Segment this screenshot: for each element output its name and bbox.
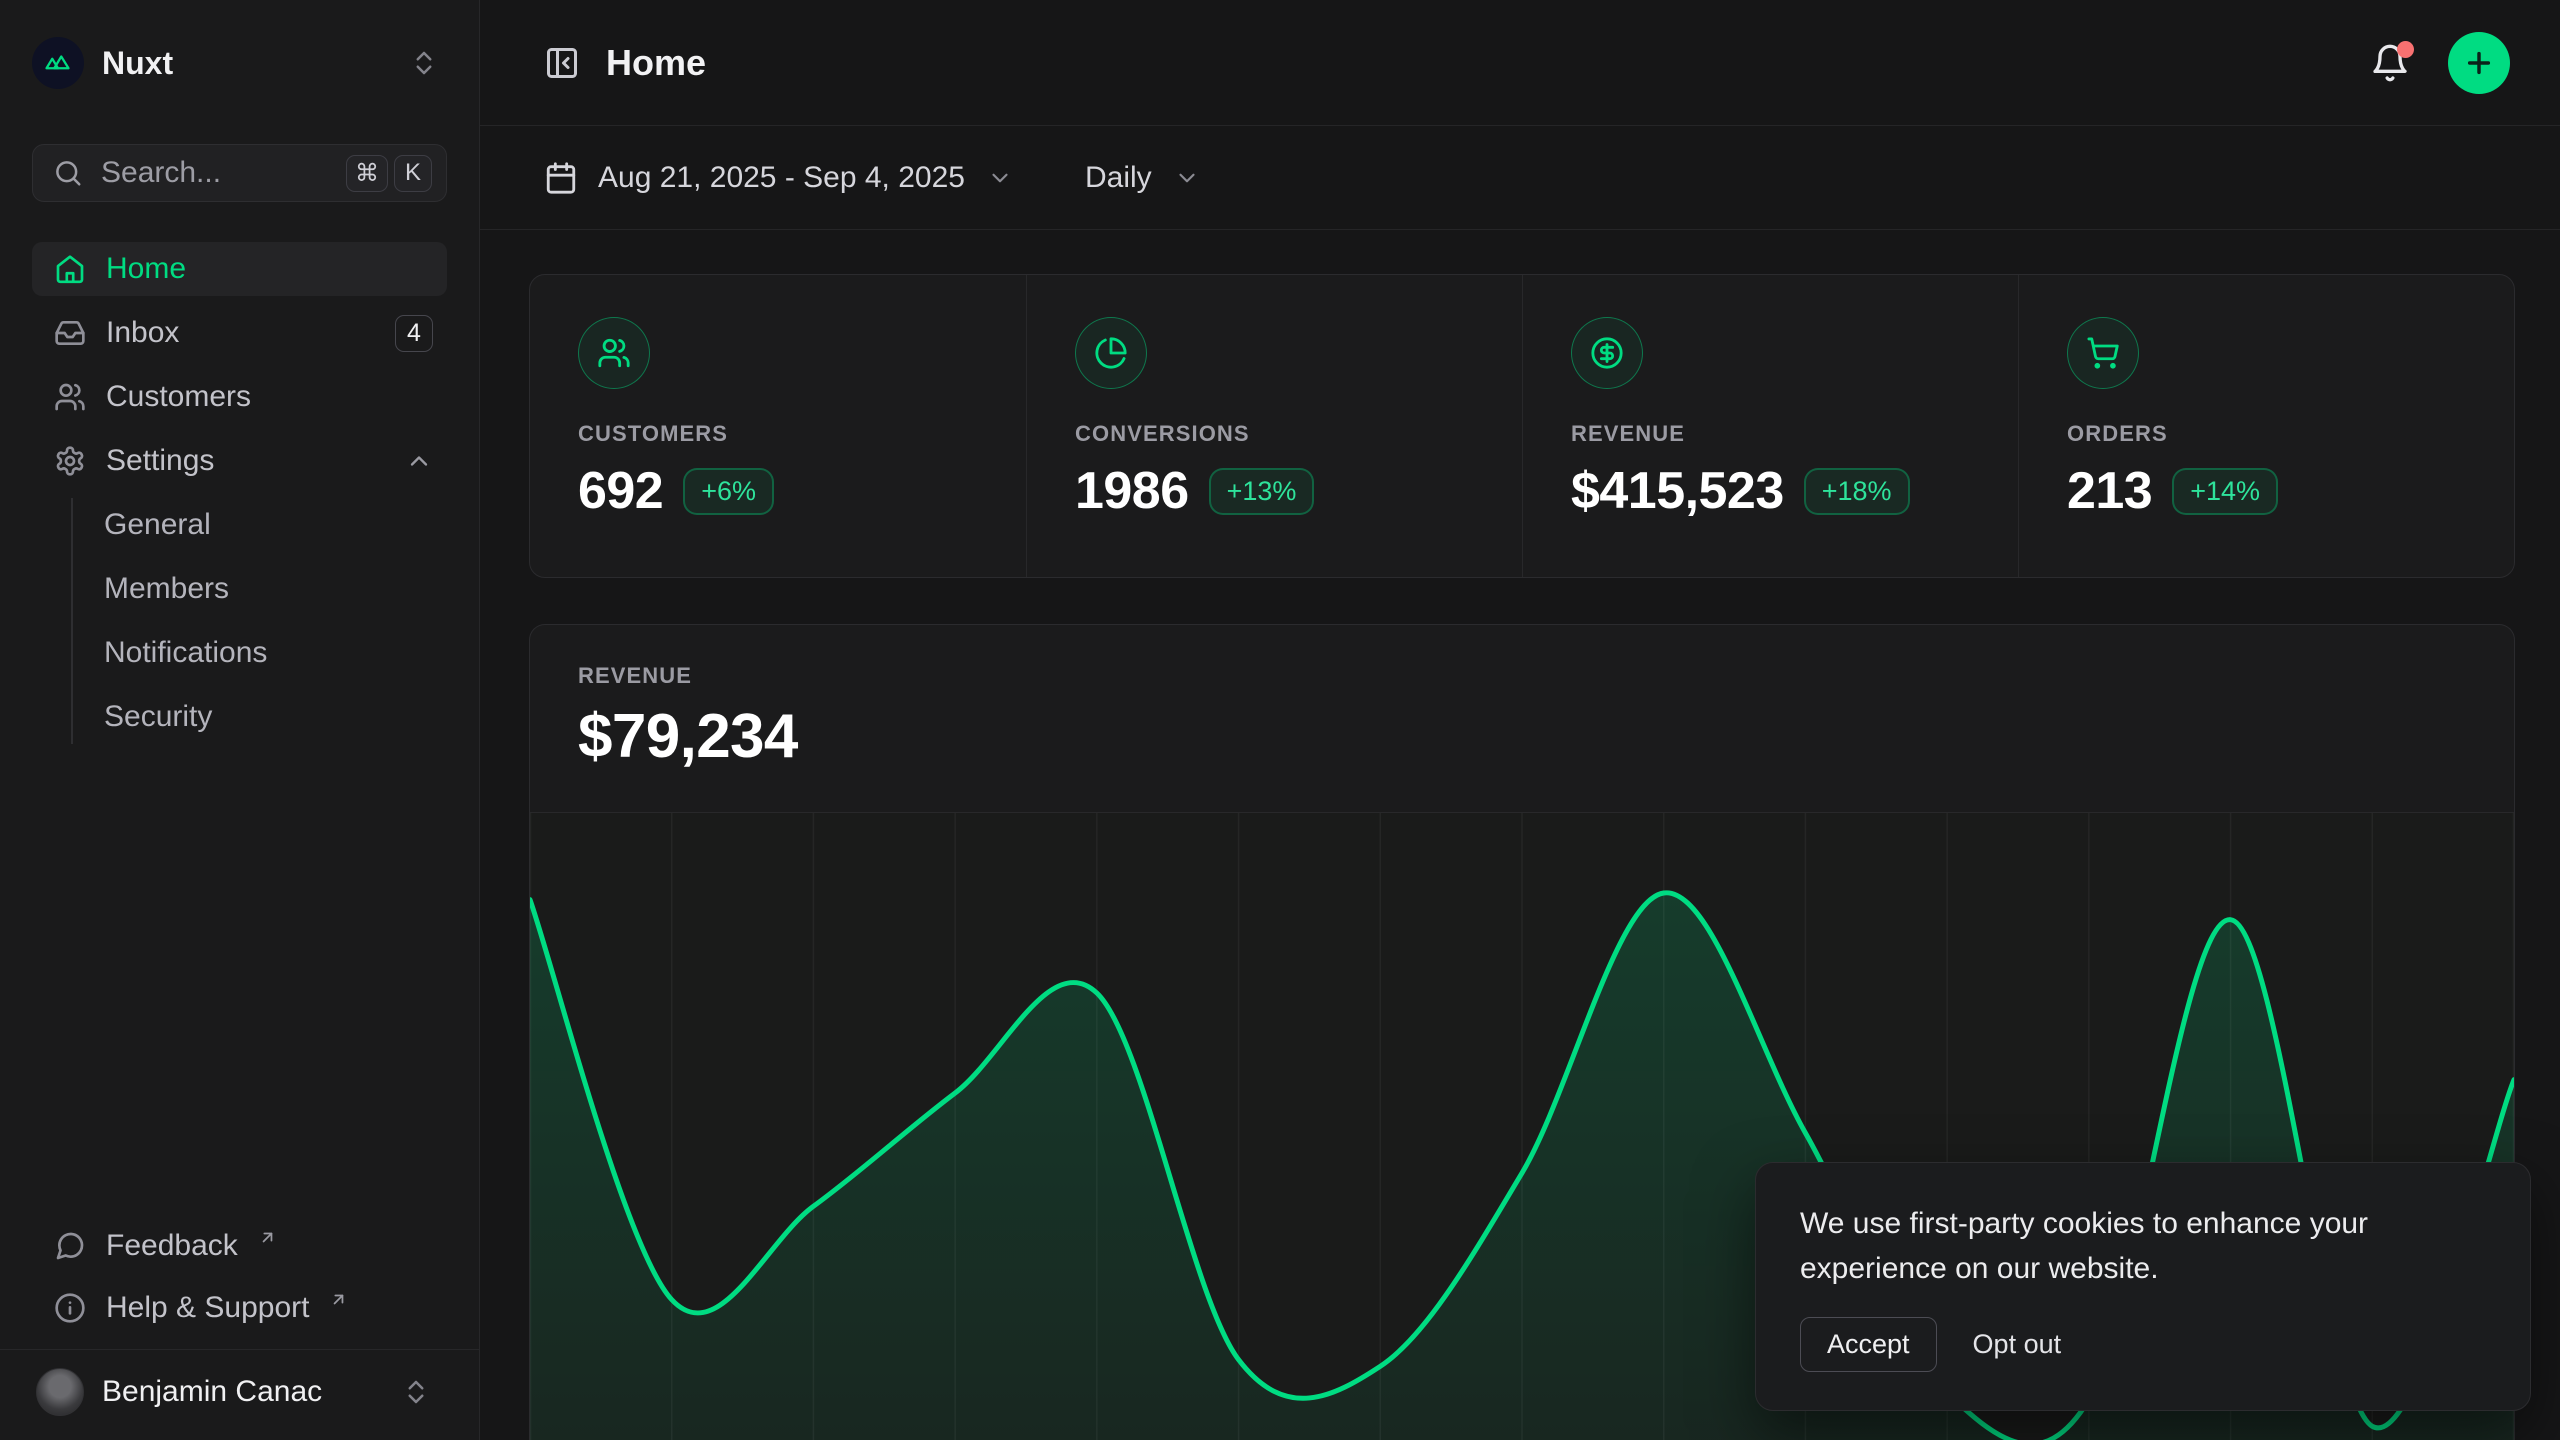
search-input[interactable]: Search... ⌘ K (32, 144, 447, 202)
sidebar: Nuxt Search... ⌘ K Home Inbox 4 Customer… (0, 0, 480, 1440)
sidebar-item-customers[interactable]: Customers (32, 370, 447, 424)
date-range-picker[interactable]: Aug 21, 2025 - Sep 4, 2025 (544, 161, 1013, 195)
help-support-label: Help & Support (106, 1291, 309, 1325)
notifications-button[interactable] (2370, 43, 2410, 83)
cookie-message: We use first-party cookies to enhance yo… (1800, 1201, 2486, 1291)
calendar-icon (544, 161, 578, 195)
filter-toolbar: Aug 21, 2025 - Sep 4, 2025 Daily (480, 126, 2560, 230)
stat-value: 1986 (1075, 461, 1189, 521)
plus-icon (2463, 47, 2495, 79)
feedback-link[interactable]: Feedback (32, 1219, 447, 1273)
chevrons-up-down-icon (409, 48, 439, 78)
stat-value: $415,523 (1571, 461, 1784, 521)
cookie-banner: We use first-party cookies to enhance yo… (1755, 1162, 2531, 1411)
revenue-card-value: $79,234 (578, 701, 2466, 772)
opt-out-button[interactable]: Opt out (1973, 1318, 2062, 1371)
sidebar-item-settings[interactable]: Settings (32, 434, 447, 488)
sidebar-item-notifications[interactable]: Notifications (104, 626, 447, 680)
stat-card-orders: ORDERS 213 +14% (2018, 275, 2514, 577)
pie-chart-icon (1094, 336, 1128, 370)
stat-delta-badge: +6% (683, 468, 774, 515)
kbd-cmd: ⌘ (346, 155, 388, 192)
sidebar-item-label: Customers (106, 382, 251, 412)
stat-label: CUSTOMERS (578, 421, 978, 447)
sidebar-item-general[interactable]: General (104, 498, 447, 552)
users-icon (54, 381, 86, 413)
inbox-count-badge: 4 (395, 315, 433, 352)
sidebar-item-home[interactable]: Home (32, 242, 447, 296)
granularity-label: Daily (1085, 161, 1152, 195)
search-icon (53, 158, 83, 188)
stat-label: CONVERSIONS (1075, 421, 1474, 447)
external-link-icon (329, 1290, 348, 1309)
stat-delta-badge: +18% (1804, 468, 1910, 515)
stat-value: 692 (578, 461, 663, 521)
sidebar-item-label: Settings (106, 446, 214, 476)
sidebar-item-label: Inbox (106, 318, 179, 348)
sidebar-item-inbox[interactable]: Inbox 4 (32, 306, 447, 360)
divider (0, 1349, 479, 1350)
sidebar-item-label: Home (106, 254, 186, 284)
add-button[interactable] (2448, 32, 2510, 94)
message-bubble-icon (54, 1230, 86, 1262)
chevrons-up-down-icon (401, 1377, 431, 1407)
user-name: Benjamin Canac (102, 1375, 322, 1409)
user-menu[interactable]: Benjamin Canac (32, 1360, 447, 1424)
granularity-select[interactable]: Daily (1085, 161, 1200, 195)
search-placeholder: Search... (101, 156, 221, 190)
sidebar-nav: Home Inbox 4 Customers Settings General … (32, 242, 447, 744)
header-actions (2370, 32, 2510, 94)
help-support-link[interactable]: Help & Support (32, 1281, 447, 1335)
avatar (36, 1368, 84, 1416)
panel-left-close-icon (544, 45, 580, 81)
stat-card-revenue: REVENUE $415,523 +18% (1522, 275, 2018, 577)
sidebar-footer: Feedback Help & Support Benjamin Canac (32, 1219, 447, 1440)
stat-delta-badge: +14% (2172, 468, 2278, 515)
stat-label: ORDERS (2067, 421, 2466, 447)
page-title: Home (606, 42, 706, 84)
workspace-switcher[interactable]: Nuxt (32, 34, 447, 92)
revenue-card-label: REVENUE (578, 663, 2466, 689)
info-circle-icon (54, 1292, 86, 1324)
stat-delta-badge: +13% (1209, 468, 1315, 515)
notification-dot (2397, 41, 2414, 58)
stat-label: REVENUE (1571, 421, 1970, 447)
external-link-icon (258, 1228, 277, 1247)
nuxt-logo-icon (32, 37, 84, 89)
shopping-cart-icon (2086, 336, 2120, 370)
settings-children: General Members Notifications Security (71, 498, 447, 744)
inbox-icon (54, 317, 86, 349)
users-icon (597, 336, 631, 370)
stat-card-conversions: CONVERSIONS 1986 +13% (1026, 275, 1522, 577)
search-shortcut: ⌘ K (346, 155, 432, 192)
dollar-circle-icon (1590, 336, 1624, 370)
home-icon (54, 253, 86, 285)
chevron-up-icon (405, 447, 433, 475)
stats-row: CUSTOMERS 692 +6% CONVERSIONS 1986 +13% (529, 274, 2515, 578)
gear-icon (54, 445, 86, 477)
sidebar-item-security[interactable]: Security (104, 690, 447, 744)
chevron-down-icon (987, 165, 1013, 191)
date-range-label: Aug 21, 2025 - Sep 4, 2025 (598, 161, 965, 195)
feedback-label: Feedback (106, 1229, 238, 1263)
stat-card-customers: CUSTOMERS 692 +6% (530, 275, 1026, 577)
collapse-sidebar-button[interactable] (544, 45, 580, 81)
chevron-down-icon (1174, 165, 1200, 191)
workspace-name: Nuxt (102, 45, 173, 82)
page-header: Home (480, 0, 2560, 126)
stat-value: 213 (2067, 461, 2152, 521)
sidebar-item-members[interactable]: Members (104, 562, 447, 616)
kbd-k: K (394, 155, 432, 192)
accept-cookies-button[interactable]: Accept (1800, 1317, 1937, 1372)
